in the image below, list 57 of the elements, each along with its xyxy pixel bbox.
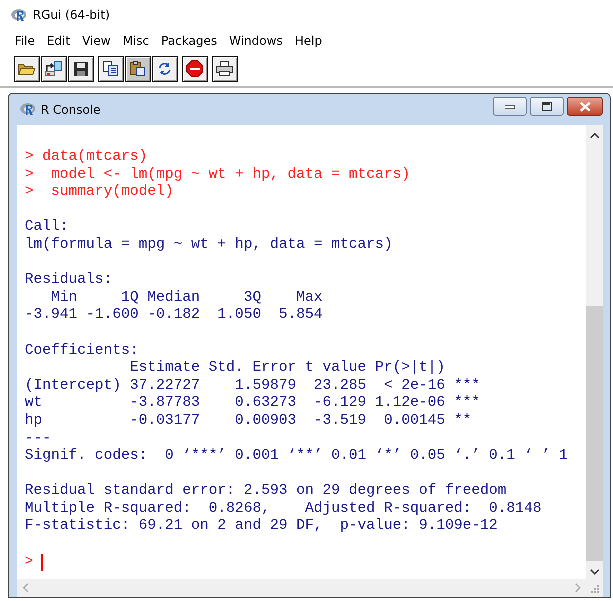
- console-line: F-statistic: 69.21 on 2 and 29 DF, p-value: 9.109e-12: [25, 518, 499, 536]
- console-line: Estimate Std. Error t value Pr(>|t|): [129, 360, 446, 378]
- console-line: > data(mtcars): [25, 149, 149, 167]
- console-line: -3.941 -1.600 -0.182 1.050 5.854: [25, 307, 324, 325]
- stop-sign-icon: [186, 60, 204, 78]
- load-file-icon: [45, 61, 63, 77]
- console-line: lm(formula = mpg ~ wt + hp, data = mtcars): [25, 236, 394, 255]
- prompt-symbol: >: [25, 554, 34, 572]
- console-line: Signif. codes: 0 ‘***’ 0.001 ‘**’ 0.01 ‘*’ 0.05 ‘.’ 0.1 ‘ ’ 1: [25, 448, 569, 466]
- menu-item[interactable]: Packages: [155, 34, 224, 48]
- console-line: > summary(model): [25, 184, 175, 202]
- console-line: Min 1Q Median 3Q Max: [50, 290, 324, 308]
- printer-icon: [216, 61, 234, 77]
- horizontal-scrollbar[interactable]: [17, 579, 603, 597]
- load-file-button[interactable]: [41, 56, 67, 82]
- menu-item[interactable]: Windows: [223, 34, 289, 48]
- print-button[interactable]: [212, 56, 238, 82]
- copy-button[interactable]: [98, 56, 124, 82]
- menu-item[interactable]: Misc: [116, 34, 156, 48]
- resize-grip-icon[interactable]: [589, 583, 599, 593]
- close-icon: [580, 102, 590, 112]
- scrollbar-thumb[interactable]: [586, 306, 603, 561]
- stop-button[interactable]: [182, 56, 208, 82]
- menu-item[interactable]: View: [76, 34, 117, 48]
- vertical-scrollbar[interactable]: [586, 125, 603, 579]
- console-title: R Console: [41, 102, 102, 116]
- console-line: > model <- lm(mpg ~ wt + hp, data = mtcars): [25, 166, 412, 184]
- minimize-icon: [505, 104, 515, 108]
- copy-icon: [103, 61, 119, 77]
- console-line: Residual standard error: 2.593 on 29 degrees of freedom: [25, 483, 508, 501]
- console-line: hp -0.03177 0.00903 -3.519 0.00145 **: [25, 412, 473, 430]
- r-logo-icon: [11, 8, 27, 22]
- refresh-icon: [157, 61, 173, 77]
- console-line: (Intercept) 37.22727 1.59879 23.285 < 2e-16 ***: [25, 378, 482, 395]
- refresh-button[interactable]: [152, 56, 178, 82]
- console-line: wt -3.87783 0.63273 -6.129 1.12e-06 ***: [25, 395, 482, 413]
- minimize-button[interactable]: [493, 97, 527, 116]
- paste-button[interactable]: [125, 56, 151, 82]
- menu-item[interactable]: Edit: [41, 34, 76, 48]
- save-button[interactable]: [68, 56, 94, 82]
- r-logo-icon: [20, 103, 36, 116]
- console-line: Coefficients:: [25, 342, 140, 360]
- console-line: Call:: [25, 219, 70, 237]
- maximize-button[interactable]: [530, 97, 564, 116]
- text-cursor: [41, 554, 44, 571]
- console-line: Residuals:: [25, 272, 114, 290]
- console-line: Multiple R-squared: 0.8268, Adjusted R-squared: 0.8148: [25, 500, 543, 518]
- menu-item[interactable]: Help: [288, 34, 328, 48]
- open-folder-button[interactable]: [14, 56, 40, 82]
- console-line: ---: [25, 430, 52, 448]
- paste-icon: [130, 61, 146, 77]
- scroll-up-icon[interactable]: [590, 133, 600, 139]
- maximize-icon: [542, 102, 552, 111]
- menu-item[interactable]: File: [9, 34, 42, 48]
- window-title: RGui (64-bit): [33, 8, 110, 22]
- close-button[interactable]: [567, 97, 603, 116]
- scroll-down-icon[interactable]: [590, 569, 600, 575]
